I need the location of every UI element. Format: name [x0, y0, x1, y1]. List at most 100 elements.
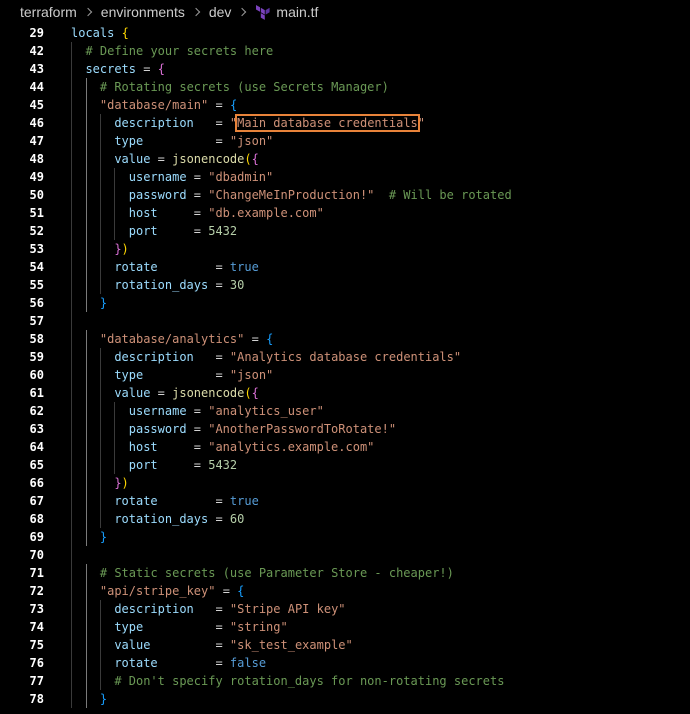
code-line[interactable]: 64 host = "analytics.example.com" [0, 438, 690, 456]
code-line[interactable]: 43 secrets = { [0, 60, 690, 78]
code-token: ) [121, 476, 129, 490]
line-text: type = "json" [114, 366, 273, 384]
code-line[interactable]: 63 password = "AnotherPasswordToRotate!" [0, 420, 690, 438]
code-area[interactable]: 29 locals {42 # Define your secrets here 43… [0, 24, 690, 708]
code-line[interactable]: 73 description = "Stripe API key" [0, 600, 690, 618]
line-number: 63 [29, 422, 44, 436]
code-token: password [128, 422, 187, 436]
code-token: "dbadmin" [208, 170, 274, 184]
code-token: # Don't specify rotation_days for non-ro… [114, 674, 505, 688]
indent-guide [100, 348, 101, 366]
code-line[interactable]: 29 locals { [0, 24, 690, 42]
code-token: "database/analytics" [99, 332, 245, 346]
code-line[interactable]: 50 password = "ChangeMeInProduction!" # W… [0, 186, 690, 204]
code-line[interactable]: 47 type = "json" [0, 132, 690, 150]
indent-guide [71, 420, 72, 438]
code-token: secrets [85, 62, 137, 76]
code-line[interactable]: 51 host = "db.example.com" [0, 204, 690, 222]
code-line[interactable]: 76 rotate = false [0, 654, 690, 672]
code-line[interactable]: 45 "database/main" = { [0, 96, 690, 114]
code-token: = [143, 620, 230, 634]
indent-guide [86, 564, 87, 582]
code-token: = [193, 116, 230, 130]
indent-guide [100, 258, 101, 276]
line-text: } [100, 690, 107, 708]
code-line[interactable]: 65 port = 5432 [0, 456, 690, 474]
code-token: "analytics.example.com" [208, 440, 375, 454]
breadcrumb-file[interactable]: main.tf [276, 4, 318, 20]
code-line[interactable]: 71 # Static secrets (use Parameter Store … [0, 564, 690, 582]
code-token: } [99, 296, 108, 310]
code-line[interactable]: 74 type = "string" [0, 618, 690, 636]
indent-guide [86, 690, 87, 708]
indent-guide [100, 438, 101, 456]
code-token: = [157, 440, 209, 454]
code-token: true [229, 494, 259, 508]
code-token: = [186, 404, 209, 418]
code-line[interactable]: 44 # Rotating secrets (use Secrets Manage… [0, 78, 690, 96]
line-number: 71 [29, 566, 44, 580]
code-line[interactable]: 78} [0, 690, 690, 708]
breadcrumb-folder-environments[interactable]: environments [101, 4, 185, 20]
indent-guide [114, 222, 115, 240]
code-line[interactable]: 67 rotate = true [0, 492, 690, 510]
line-text: host = "db.example.com" [129, 204, 324, 222]
indent-guide [86, 474, 87, 492]
code-editor[interactable]: terraform environments dev main.tf 29 loc… [0, 0, 690, 714]
code-line[interactable]: 77 # Don't specify rotation_days for non-… [0, 672, 690, 690]
line-text: # Rotating secrets (use Secrets Manager) [100, 78, 389, 96]
breadcrumb-folder-dev[interactable]: dev [209, 4, 232, 20]
code-token: { [251, 152, 259, 166]
code-line[interactable]: 46 description = "Main database credentia… [0, 114, 690, 132]
terraform-icon [256, 5, 271, 20]
code-line[interactable]: 52 port = 5432 [0, 222, 690, 240]
line-text: username = "dbadmin" [129, 168, 274, 186]
line-text: port = 5432 [129, 456, 237, 474]
indent-guide [100, 492, 101, 510]
line-number: 61 [29, 386, 44, 400]
line-text: # Don't specify rotation_days for non-ro… [114, 672, 504, 690]
indent-guide [114, 438, 115, 456]
indent-guide [71, 348, 72, 366]
code-line[interactable]: 48 value = jsonencode({ [0, 150, 690, 168]
code-line[interactable]: 55 rotation_days = 30 [0, 276, 690, 294]
code-line[interactable]: 75 value = "sk_test_example" [0, 636, 690, 654]
code-line[interactable]: 61 value = jsonencode({ [0, 384, 690, 402]
code-line[interactable]: 42 # Define your secrets here [0, 42, 690, 60]
line-number: 70 [29, 548, 44, 562]
indent-guide [71, 438, 72, 456]
line-text: description = "Analytics database creden… [114, 348, 461, 366]
code-line[interactable]: 53}) [0, 240, 690, 258]
indent-guide [71, 510, 72, 528]
code-token: = [157, 458, 209, 472]
code-line[interactable]: 70 [0, 546, 690, 564]
line-text: description = "Main database credentials… [114, 114, 425, 132]
code-token: = [157, 656, 230, 670]
line-number: 62 [29, 404, 44, 418]
line-text: rotation_days = 60 [114, 510, 244, 528]
code-line[interactable]: 59 description = "Analytics database cred… [0, 348, 690, 366]
code-line[interactable]: 66}) [0, 474, 690, 492]
indent-guide [100, 474, 101, 492]
code-token: { [237, 584, 245, 598]
code-line[interactable]: 58 "database/analytics" = { [0, 330, 690, 348]
code-line[interactable]: 62 username = "analytics_user" [0, 402, 690, 420]
code-line[interactable]: 54 rotate = true [0, 258, 690, 276]
code-token: description [114, 116, 194, 130]
code-line[interactable]: 56} [0, 294, 690, 312]
code-line[interactable]: 72 "api/stripe_key" = { [0, 582, 690, 600]
indent-guide [71, 294, 72, 312]
indent-guide [100, 618, 101, 636]
line-number: 53 [29, 242, 44, 256]
indent-guide [114, 204, 115, 222]
code-line[interactable]: 60 type = "json" [0, 366, 690, 384]
code-line[interactable]: 57 [0, 312, 690, 330]
breadcrumb-folder-terraform[interactable]: terraform [20, 4, 77, 20]
line-number: 50 [29, 188, 44, 202]
line-text: description = "Stripe API key" [114, 600, 345, 618]
code-token: = [208, 278, 230, 292]
code-line[interactable]: 69} [0, 528, 690, 546]
code-line[interactable]: 49 username = "dbadmin" [0, 168, 690, 186]
code-line[interactable]: 68 rotation_days = 60 [0, 510, 690, 528]
